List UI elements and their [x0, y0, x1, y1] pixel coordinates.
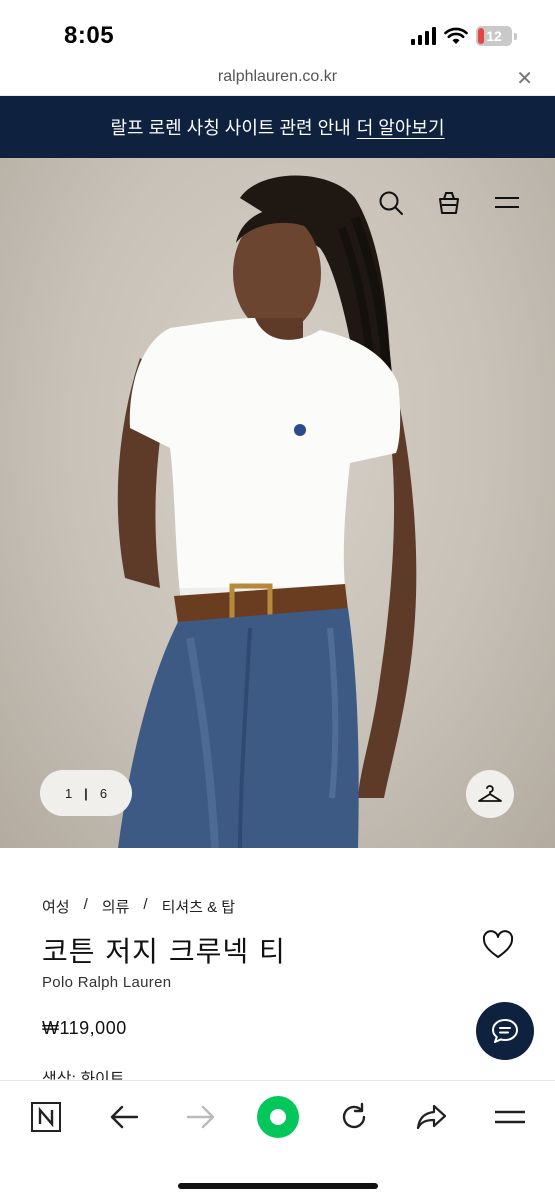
banner-learn-more-link[interactable]: 더 알아보기 — [357, 114, 445, 140]
color-label: 색상: 화이트 — [42, 1071, 125, 1080]
image-counter: 1 | 6 — [40, 770, 132, 816]
product-photo — [117, 175, 417, 848]
back-arrow-icon — [110, 1105, 139, 1129]
shopping-bag-icon[interactable] — [434, 188, 464, 218]
wifi-icon — [444, 27, 468, 44]
status-bar: 8:05 12 — [0, 0, 555, 62]
refresh-button[interactable] — [334, 1097, 374, 1137]
product-info: 여성 / 의류 / 티셔츠 & 탑 코튼 저지 크루넥 티 Polo Ralph… — [0, 848, 555, 1080]
breadcrumb-separator: / — [143, 896, 148, 913]
breadcrumb-women[interactable]: 여성 — [42, 896, 70, 917]
image-counter-current: 1 — [64, 785, 73, 801]
browser-toolbar — [0, 1080, 555, 1200]
heart-icon[interactable] — [482, 930, 514, 960]
battery-level: 12 — [486, 28, 502, 44]
chat-button[interactable] — [476, 1002, 534, 1060]
chat-icon — [492, 1019, 518, 1043]
banner-text: 랄프 로렌 사칭 사이트 관련 안내 — [110, 118, 351, 138]
forward-button[interactable] — [181, 1097, 221, 1137]
product-title: 코튼 저지 크루넥 티 — [42, 935, 286, 968]
green-dot-icon — [257, 1096, 299, 1138]
image-counter-separator: | — [84, 785, 88, 801]
share-button[interactable] — [412, 1097, 452, 1137]
breadcrumb: 여성 / 의류 / 티셔츠 & 탑 — [42, 896, 235, 917]
close-icon[interactable]: ✕ — [516, 66, 533, 91]
status-time: 8:05 — [64, 22, 115, 49]
product-image-carousel[interactable]: 1 | 6 — [0, 158, 555, 848]
breadcrumb-separator: / — [83, 896, 88, 913]
menu-icon[interactable] — [492, 188, 522, 218]
green-dot-button[interactable] — [254, 1093, 302, 1141]
search-icon[interactable] — [376, 188, 406, 218]
notice-banner: 랄프 로렌 사칭 사이트 관련 안내 더 알아보기 — [0, 96, 555, 158]
image-counter-total: 6 — [99, 785, 108, 801]
forward-arrow-icon — [186, 1105, 215, 1129]
battery-icon: 12 — [476, 26, 512, 46]
browser-menu-button[interactable] — [490, 1097, 530, 1137]
home-indicator — [178, 1183, 378, 1189]
menu-icon — [495, 1110, 525, 1124]
hanger-button[interactable] — [466, 770, 514, 818]
refresh-icon — [342, 1102, 366, 1129]
product-price: ₩119,000 — [42, 1018, 127, 1038]
status-icons: 12 — [411, 26, 517, 46]
naver-n-button[interactable] — [26, 1097, 66, 1137]
breadcrumb-clothing[interactable]: 의류 — [102, 896, 130, 917]
cellular-signal-icon — [411, 27, 436, 45]
browser-url-bar[interactable]: ralphlauren.co.kr ✕ — [0, 62, 555, 96]
naver-n-icon — [31, 1102, 61, 1132]
back-button[interactable] — [104, 1097, 144, 1137]
url-domain[interactable]: ralphlauren.co.kr — [0, 68, 555, 86]
hanger-icon — [478, 785, 502, 802]
share-icon — [416, 1104, 447, 1130]
breadcrumb-tshirts-tops[interactable]: 티셔츠 & 탑 — [162, 896, 236, 917]
brand-name[interactable]: Polo Ralph Lauren — [42, 974, 171, 991]
